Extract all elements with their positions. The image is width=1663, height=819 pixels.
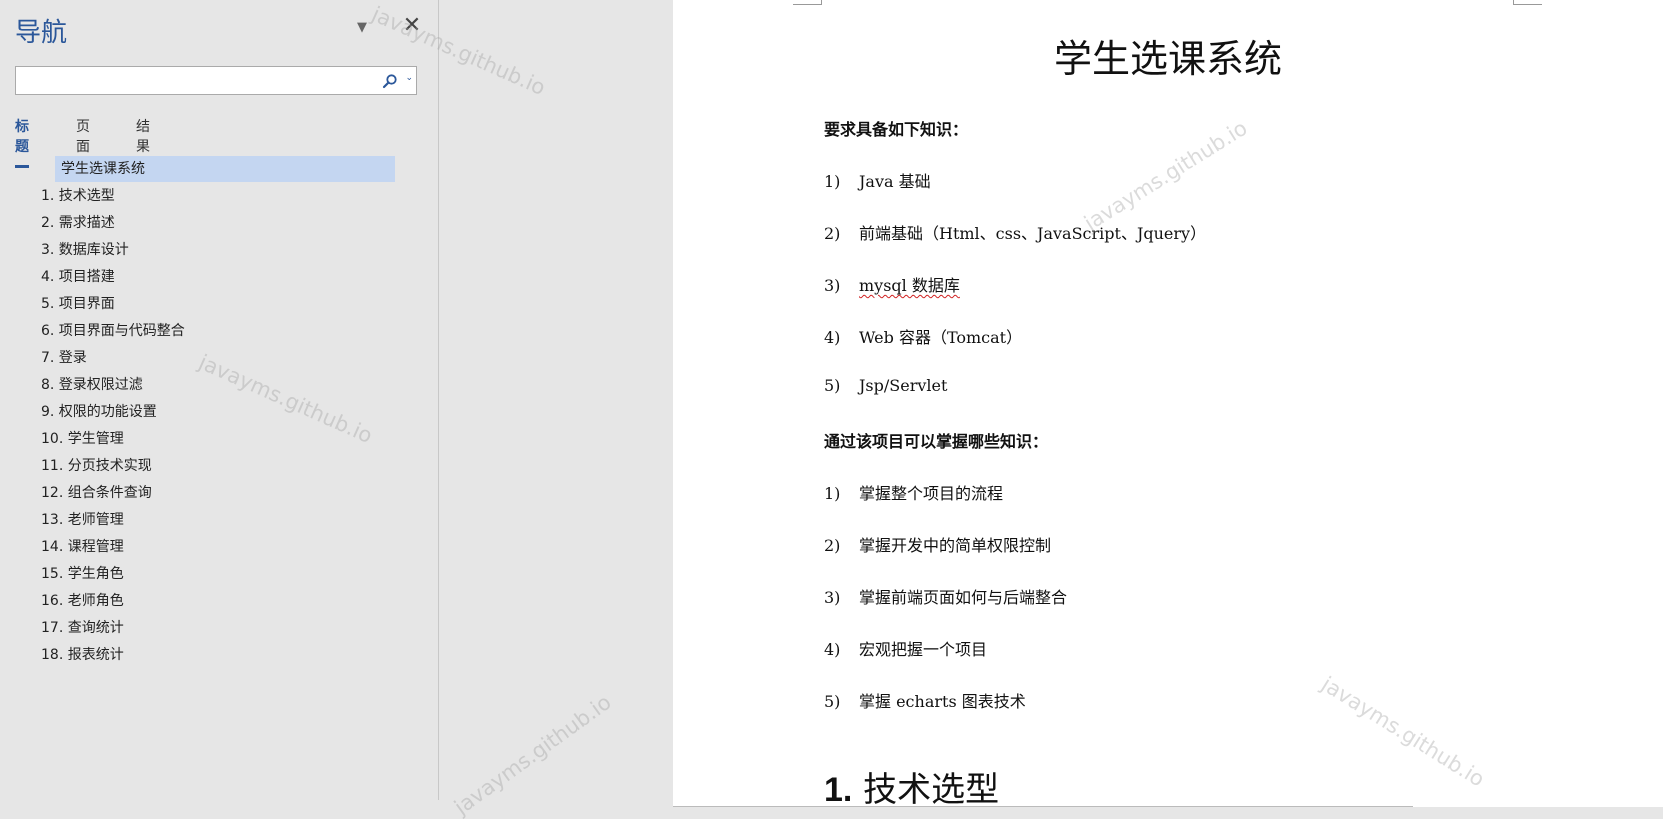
- list-item: 3) mysql 数据库: [824, 272, 960, 296]
- heading-item[interactable]: 13. 老师管理: [0, 507, 420, 534]
- heading-item[interactable]: 10. 学生管理: [0, 426, 420, 453]
- search-options-chevron-icon[interactable]: ⌄: [405, 73, 413, 83]
- heading-text: 技术选型: [863, 770, 1000, 810]
- heading-item[interactable]: 4. 项目搭建: [0, 264, 420, 291]
- list-number: 2): [824, 536, 841, 555]
- heading-item[interactable]: 9. 权限的功能设置: [0, 399, 420, 426]
- list-item: 1) Java 基础: [824, 168, 931, 192]
- list-text: Jsp/Servlet: [859, 376, 948, 395]
- heading-item[interactable]: 15. 学生角色: [0, 561, 420, 588]
- heading-item-selected[interactable]: 学生选课系统: [55, 156, 395, 182]
- search-box[interactable]: ⌄: [15, 66, 417, 95]
- list-item: 5) 掌握 echarts 图表技术: [824, 688, 1026, 712]
- document-title: 学生选课系统: [1053, 37, 1282, 81]
- list-number: 3): [824, 276, 841, 295]
- list-text: 宏观把握一个项目: [859, 640, 988, 659]
- list-text: 掌握前端页面如何与后端整合: [859, 588, 1068, 607]
- list-text: 掌握开发中的简单权限控制: [859, 536, 1052, 555]
- heading-item[interactable]: 7. 登录: [0, 345, 420, 372]
- heading-item[interactable]: 1. 技术选型: [0, 183, 420, 210]
- list-number: 1): [824, 172, 841, 191]
- list-number: 5): [824, 692, 841, 711]
- navigation-pane: 导航 ▼ ✕ ⌄ 标题 页面 结果 学生选课系统 1. 技术选型 2. 需求描述…: [0, 0, 440, 807]
- heading-item[interactable]: 16. 老师角色: [0, 588, 420, 615]
- list-item: 4) Web 容器（Tomcat）: [824, 324, 1022, 348]
- heading-item[interactable]: 12. 组合条件查询: [0, 480, 420, 507]
- list-text: mysql 数据库: [859, 276, 960, 295]
- list-number: 2): [824, 224, 841, 243]
- heading-number: 1.: [824, 771, 853, 809]
- section-heading: 通过该项目可以掌握哪些知识：: [824, 432, 1049, 451]
- list-text: 掌握 echarts 图表技术: [859, 692, 1026, 711]
- heading-item[interactable]: 17. 查询统计: [0, 615, 420, 642]
- heading-item[interactable]: 14. 课程管理: [0, 534, 420, 561]
- search-icon[interactable]: [382, 73, 398, 89]
- list-number: 5): [824, 376, 841, 395]
- list-item: 3) 掌握前端页面如何与后端整合: [824, 584, 1067, 608]
- navigation-title: 导航: [15, 18, 68, 48]
- close-icon[interactable]: ✕: [400, 14, 424, 38]
- document-background: [439, 0, 673, 807]
- heading-item[interactable]: 8. 登录权限过滤: [0, 372, 420, 399]
- heading-item[interactable]: 3. 数据库设计: [0, 237, 420, 264]
- list-item: 4) 宏观把握一个项目: [824, 636, 987, 660]
- heading-item[interactable]: 2. 需求描述: [0, 210, 420, 237]
- headings-list: 学生选课系统 1. 技术选型 2. 需求描述 3. 数据库设计 4. 项目搭建 …: [0, 156, 420, 669]
- heading-item[interactable]: 18. 报表统计: [0, 642, 420, 669]
- list-item: 2) 前端基础（Html、css、JavaScript、Jquery）: [824, 220, 1206, 244]
- list-text: 掌握整个项目的流程: [859, 484, 1004, 503]
- crop-mark: [793, 0, 822, 5]
- list-item: 5) Jsp/Servlet: [824, 376, 947, 395]
- pane-options-dropdown-icon[interactable]: ▼: [352, 18, 372, 38]
- heading-item[interactable]: 6. 项目界面与代码整合: [0, 318, 420, 345]
- list-text: Java 基础: [859, 172, 931, 191]
- list-item: 1) 掌握整个项目的流程: [824, 480, 1003, 504]
- list-number: 1): [824, 484, 841, 503]
- list-number: 3): [824, 588, 841, 607]
- list-text: 前端基础（Html、css、JavaScript、Jquery）: [859, 224, 1207, 243]
- list-item: 2) 掌握开发中的简单权限控制: [824, 532, 1051, 556]
- list-number: 4): [824, 328, 841, 347]
- list-text: Web 容器（Tomcat）: [859, 328, 1023, 347]
- heading-item[interactable]: 11. 分页技术实现: [0, 453, 420, 480]
- crop-mark: [1513, 0, 1542, 5]
- search-input[interactable]: [20, 70, 384, 93]
- heading-item[interactable]: 5. 项目界面: [0, 291, 420, 318]
- list-number: 4): [824, 640, 841, 659]
- document-page[interactable]: 学生选课系统 要求具备如下知识： 1) Java 基础 2) 前端基础（Html、c…: [673, 0, 1663, 810]
- section-heading: 要求具备如下知识：: [824, 120, 969, 139]
- heading-1: 1. 技术选型: [824, 762, 999, 811]
